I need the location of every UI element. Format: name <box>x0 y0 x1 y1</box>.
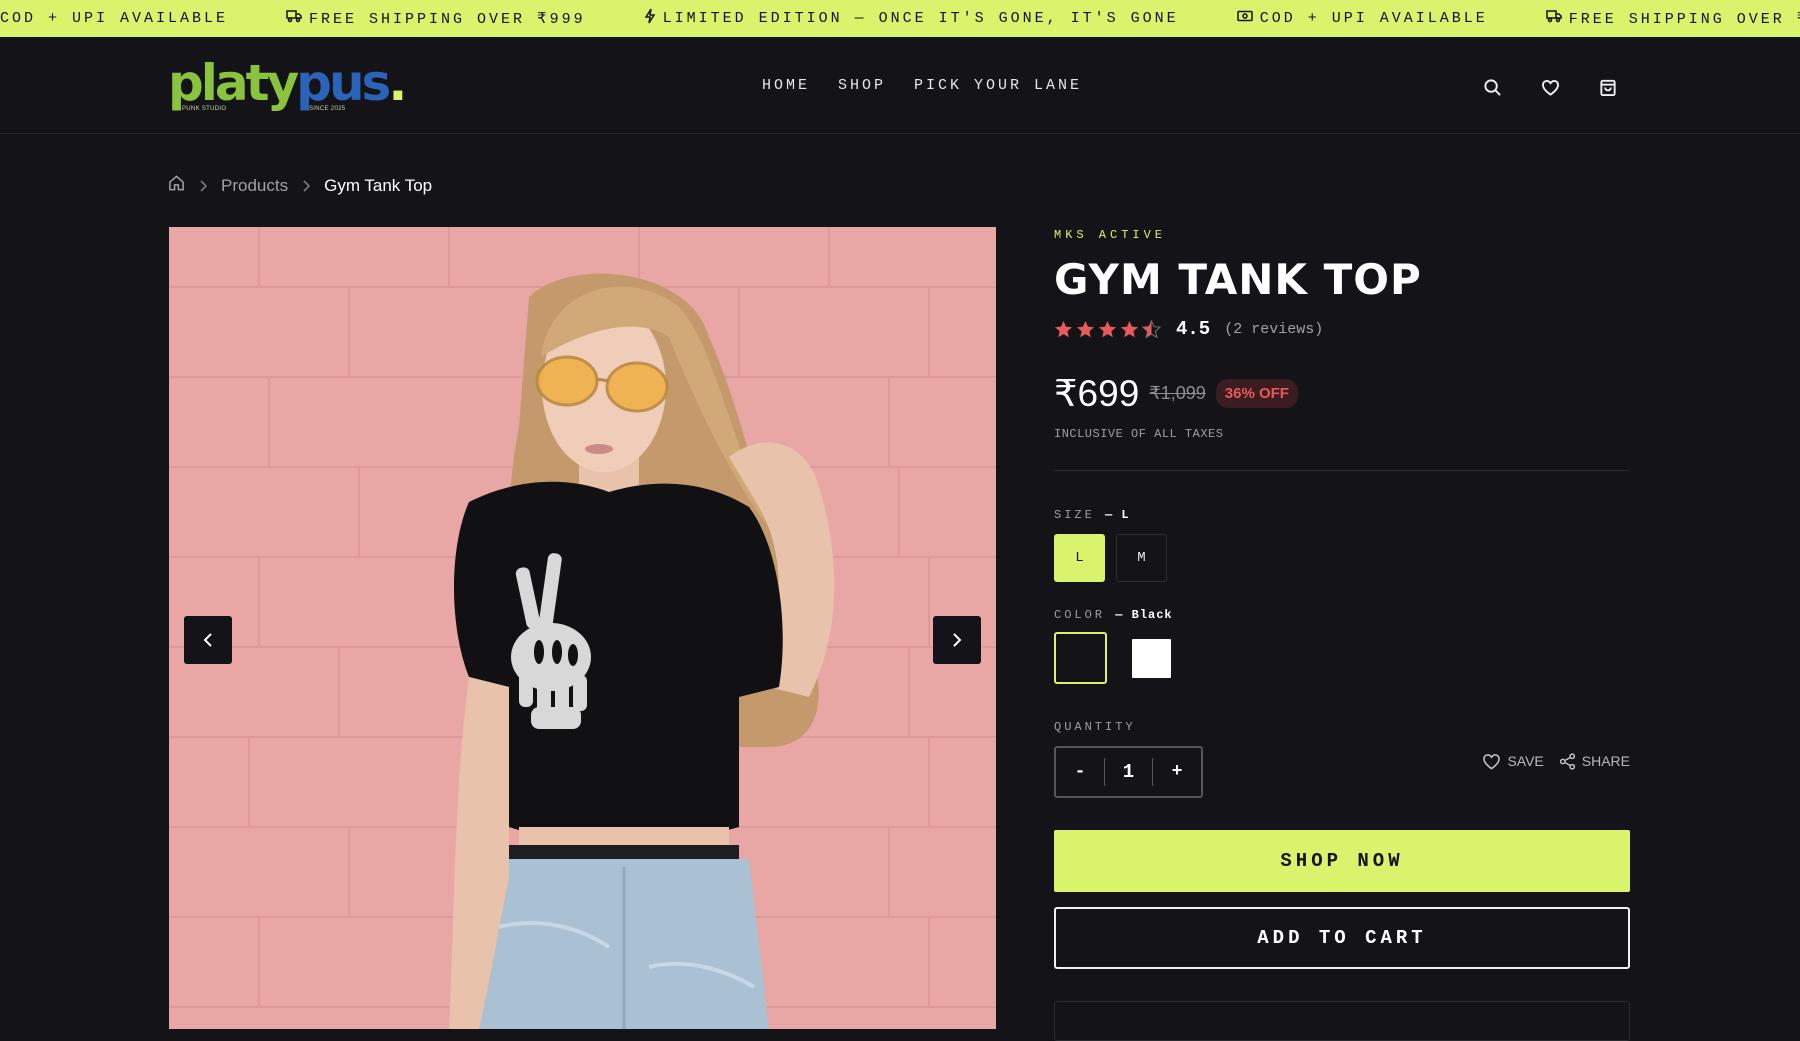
announcement-item: LIMITED EDITION — ONCE IT'S GONE, IT'S G… <box>644 8 1179 29</box>
color-label: COLOR — Black <box>1054 608 1173 622</box>
quantity-stepper: - 1 + <box>1054 746 1203 798</box>
quantity-value[interactable]: 1 <box>1104 758 1153 786</box>
secondary-actions: SAVE SHARE <box>1467 752 1630 770</box>
nav-pick-your-lane[interactable]: PICK YOUR LANE <box>914 77 1082 94</box>
rating-score: 4.5 <box>1176 318 1211 340</box>
color-swatch-black[interactable] <box>1054 632 1107 684</box>
add-to-cart-button[interactable]: ADD TO CART <box>1054 907 1630 969</box>
color-swatch-white[interactable] <box>1132 638 1171 678</box>
home-icon[interactable] <box>168 174 185 197</box>
chevron-right-icon <box>953 633 962 647</box>
shop-now-button[interactable]: SHOP NOW <box>1054 830 1630 892</box>
product-details-panel <box>1054 1001 1630 1041</box>
nav-shop[interactable]: SHOP <box>838 77 886 94</box>
sale-price: ₹699 <box>1054 373 1140 414</box>
bag-icon[interactable] <box>1596 75 1620 99</box>
logo-tagline-left: PUNK STUDIO <box>182 106 227 112</box>
save-label: SAVE <box>1507 753 1544 769</box>
breadcrumb: Products Gym Tank Top <box>168 174 432 197</box>
quantity-decrease-button[interactable]: - <box>1056 748 1104 796</box>
product-info: MKS ACTIVE GYM TANK TOP 4.5 (2 reviews) … <box>1054 227 1630 1041</box>
heart-icon[interactable] <box>1538 75 1562 99</box>
search-icon[interactable] <box>1480 75 1504 99</box>
share-label: SHARE <box>1581 753 1630 769</box>
selected-color: — Black <box>1115 608 1173 622</box>
quantity-label: QUANTITY <box>1054 720 1136 734</box>
share-button[interactable]: SHARE <box>1559 752 1630 770</box>
original-price: ₹1,099 <box>1149 383 1206 403</box>
announcement-text: FREE SHIPPING OVER ₹999 <box>1568 11 1800 28</box>
product-brand: MKS ACTIVE <box>1054 228 1167 242</box>
chevron-right-icon <box>199 179 207 192</box>
nav-home[interactable]: HOME <box>762 77 810 94</box>
tax-note: INCLUSIVE OF ALL TAXES <box>1054 427 1224 441</box>
announcement-bar: COD + UPI AVAILABLE FREE SHIPPING OVER ₹… <box>0 0 1800 37</box>
star-half-icon <box>1142 320 1161 338</box>
star-icon <box>1054 320 1073 338</box>
star-rating <box>1054 320 1164 338</box>
breadcrumb-products[interactable]: Products <box>221 176 288 196</box>
breadcrumb-current: Gym Tank Top <box>324 175 433 195</box>
selected-size: — L <box>1105 508 1130 522</box>
discount-badge: 36% OFF <box>1215 379 1298 408</box>
announcement-text: FREE SHIPPING OVER ₹999 <box>309 11 586 28</box>
quantity-increase-button[interactable]: + <box>1153 748 1201 796</box>
heart-icon <box>1483 753 1501 769</box>
prev-image-button[interactable] <box>184 616 232 664</box>
color-options <box>1054 632 1630 684</box>
bolt-icon <box>644 8 663 29</box>
announcement-text: LIMITED EDITION — ONCE IT'S GONE, IT'S G… <box>662 10 1179 27</box>
announcement-item: FREE SHIPPING OVER ₹999 <box>286 9 586 28</box>
product-image <box>169 227 996 1029</box>
announcement-text: COD + UPI AVAILABLE <box>1259 10 1488 27</box>
chevron-left-icon <box>203 633 212 647</box>
truck-icon <box>1545 9 1569 28</box>
size-option-l[interactable]: L <box>1054 534 1105 582</box>
quantity-row: - 1 + SAVE SHARE <box>1054 746 1630 798</box>
size-option-m[interactable]: M <box>1116 534 1167 582</box>
announcement-item: FREE SHIPPING OVER ₹999 <box>1545 9 1800 28</box>
star-icon <box>1098 320 1117 338</box>
product-gallery <box>169 227 996 1029</box>
logo-wordmark: platypus. <box>168 54 407 112</box>
star-icon <box>1076 320 1095 338</box>
product-rating: 4.5 (2 reviews) <box>1054 318 1630 340</box>
next-image-button[interactable] <box>933 616 981 664</box>
share-icon <box>1559 752 1575 770</box>
chevron-right-icon <box>302 179 311 192</box>
review-count[interactable]: (2 reviews) <box>1224 321 1323 338</box>
logo-tagline-right: SINCE 2025 <box>309 106 346 112</box>
main-nav: HOME SHOP PICK YOUR LANE <box>762 77 1110 94</box>
product-title: GYM TANK TOP <box>1054 255 1422 304</box>
cash-icon <box>1236 10 1260 27</box>
star-icon <box>1120 320 1139 338</box>
divider <box>1054 470 1630 471</box>
save-button[interactable]: SAVE <box>1482 753 1544 770</box>
truck-icon <box>286 9 309 28</box>
announcement-text: COD + UPI AVAILABLE <box>0 10 229 27</box>
header-actions <box>1480 75 1654 99</box>
size-label: SIZE — L <box>1054 508 1130 522</box>
size-options: L M <box>1054 534 1630 582</box>
brand-logo[interactable]: platypus. PUNK STUDIO SINCE 2025 <box>168 55 407 119</box>
announcement-item: COD + UPI AVAILABLE <box>1236 10 1488 27</box>
site-header: platypus. PUNK STUDIO SINCE 2025 HOME SH… <box>0 37 1800 134</box>
price-row: ₹699 ₹1,099 36% OFF <box>1054 372 1630 415</box>
announcement-item: COD + UPI AVAILABLE <box>0 10 228 27</box>
